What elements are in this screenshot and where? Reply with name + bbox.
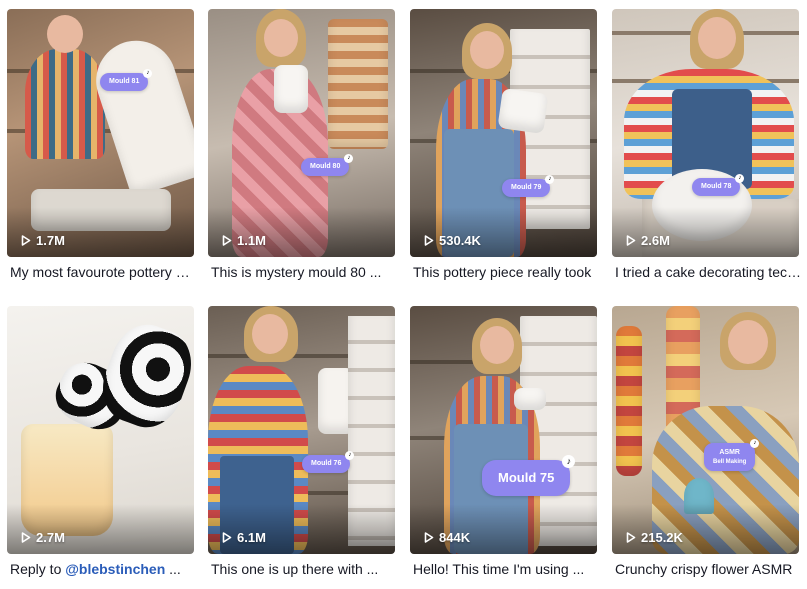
video-thumbnail[interactable]: Mould 79 ♪ 530.4K (410, 9, 597, 257)
video-caption[interactable]: This pottery piece really took (410, 263, 600, 281)
video-card[interactable]: Mould 75 ♪ 844K Hello! This time I'm usi… (410, 306, 597, 578)
tag-badge: Mould 75 ♪ (482, 455, 576, 496)
tiktok-icon: ♪ (344, 154, 354, 163)
video-grid: Mould 81 ♪ 1.7M My most favourote potter… (0, 0, 807, 589)
play-icon (21, 235, 31, 246)
view-count-label: 2.6M (641, 233, 670, 248)
play-icon (222, 532, 232, 543)
video-card[interactable]: Mould 81 ♪ 1.7M My most favourote potter… (7, 9, 197, 281)
tag-label: Mould 75 (498, 470, 555, 485)
video-thumbnail[interactable]: ASMR Bell Making ♪ 215.2K (612, 306, 799, 554)
play-icon (626, 235, 636, 246)
play-icon (424, 532, 434, 543)
video-thumbnail[interactable]: Mould 80 ♪ 1.1M (208, 9, 395, 257)
caption-suffix: ... (165, 561, 181, 577)
tag-badge: Mould 81 ♪ (100, 69, 153, 92)
video-caption[interactable]: Crunchy crispy flower ASMR (612, 560, 802, 578)
view-count-label: 1.1M (237, 233, 266, 248)
video-card[interactable]: ASMR Bell Making ♪ 215.2K Crunchy crispy… (612, 306, 799, 578)
view-count-label: 6.1M (237, 530, 266, 545)
video-thumbnail[interactable]: Mould 75 ♪ 844K (410, 306, 597, 554)
tag-label: Mould 76 (311, 460, 342, 467)
view-count-label: 2.7M (36, 530, 65, 545)
video-thumbnail[interactable]: 2.7M (7, 306, 194, 554)
video-caption[interactable]: I tried a cake decorating technique (612, 263, 802, 281)
tag-badge: Mould 79 ♪ (502, 175, 555, 198)
tag-label: ASMR (719, 449, 740, 456)
tag-label: Mould 80 (310, 163, 341, 170)
tag-badge: ASMR Bell Making ♪ (704, 439, 760, 472)
reply-prefix: Reply to (10, 561, 66, 577)
video-card[interactable]: Mould 79 ♪ 530.4K This pottery piece rea… (410, 9, 597, 281)
video-card[interactable]: Mould 80 ♪ 1.1M This is mystery mould 80… (208, 9, 395, 281)
play-icon (424, 235, 434, 246)
tag-label: Mould 78 (701, 183, 732, 190)
play-icon (21, 532, 31, 543)
video-thumbnail[interactable]: Mould 81 ♪ 1.7M (7, 9, 194, 257)
view-count-label: 215.2K (641, 530, 683, 545)
play-icon (222, 235, 232, 246)
tag-badge: Mould 78 ♪ (692, 174, 745, 197)
view-count: 6.1M (222, 530, 266, 545)
view-count-label: 1.7M (36, 233, 65, 248)
tag-label: Mould 81 (109, 78, 140, 85)
video-card[interactable]: Mould 76 ♪ 6.1M This one is up there wit… (208, 306, 395, 578)
video-caption[interactable]: This one is up there with ... (208, 560, 398, 578)
view-count: 844K (424, 530, 470, 545)
view-count: 1.7M (21, 233, 65, 248)
tag-badge: Mould 80 ♪ (301, 154, 354, 177)
video-card[interactable]: Mould 78 ♪ 2.6M I tried a cake decoratin… (612, 9, 802, 281)
video-card[interactable]: 2.7M Reply to @blebstinchen ... (7, 306, 194, 578)
video-thumbnail[interactable]: Mould 78 ♪ 2.6M (612, 9, 799, 257)
tag-label: Mould 79 (511, 184, 542, 191)
tag-badge: Mould 76 ♪ (302, 451, 355, 474)
view-count: 530.4K (424, 233, 481, 248)
mention-link[interactable]: @blebstinchen (65, 561, 165, 577)
view-count: 215.2K (626, 530, 683, 545)
play-icon (626, 532, 636, 543)
view-count-label: 844K (439, 530, 471, 545)
video-thumbnail[interactable]: Mould 76 ♪ 6.1M (208, 306, 395, 554)
video-caption[interactable]: Hello! This time I'm using ... (410, 560, 600, 578)
video-caption[interactable]: My most favourote pottery piece (7, 263, 197, 281)
video-caption[interactable]: Reply to @blebstinchen ... (7, 560, 197, 578)
tag-label-secondary: Bell Making (713, 458, 747, 465)
view-count: 1.1M (222, 233, 266, 248)
video-caption[interactable]: This is mystery mould 80 ... (208, 263, 398, 281)
view-count-label: 530.4K (439, 233, 481, 248)
view-count: 2.6M (626, 233, 670, 248)
view-count: 2.7M (21, 530, 65, 545)
